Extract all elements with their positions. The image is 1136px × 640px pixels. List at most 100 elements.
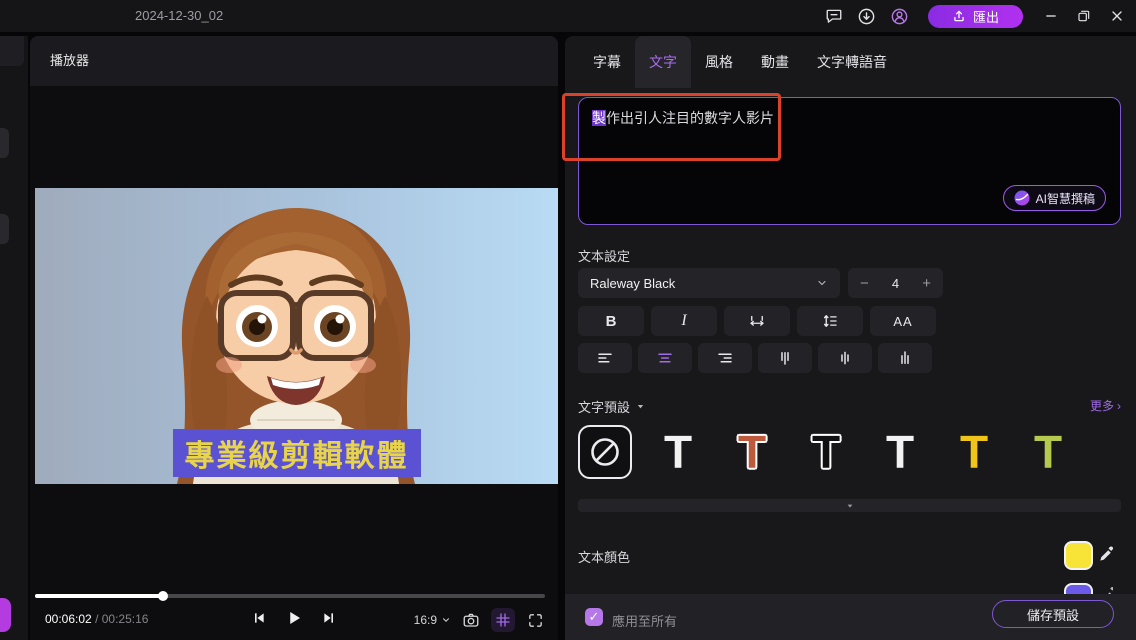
time-current: 00:06:02 bbox=[45, 612, 92, 626]
text-presets-header[interactable]: 文字預設 bbox=[578, 397, 645, 416]
chevron-right-icon: › bbox=[1117, 399, 1121, 413]
apply-all-checkbox[interactable]: ✓ bbox=[585, 608, 603, 626]
eyedropper-icon[interactable] bbox=[1097, 544, 1117, 569]
vertical-align-bottom-button[interactable] bbox=[878, 343, 932, 373]
export-label: 匯出 bbox=[973, 7, 999, 26]
preset-none[interactable] bbox=[578, 425, 632, 479]
download-icon[interactable] bbox=[856, 5, 878, 27]
font-family-value: Raleway Black bbox=[590, 276, 675, 291]
properties-panel: 字幕 文字 風格 動畫 文字轉語音 製作出引人注目的數字人影片 AI智慧撰稿 文… bbox=[565, 36, 1136, 640]
more-presets-link[interactable]: 更多 › bbox=[1090, 397, 1121, 414]
align-right-button[interactable] bbox=[698, 343, 752, 373]
font-size-stepper: − 4 + bbox=[848, 268, 943, 298]
preset-white-1[interactable]: T bbox=[650, 424, 706, 480]
progress-fill bbox=[35, 594, 163, 598]
case-button[interactable]: AA bbox=[870, 306, 936, 336]
close-icon[interactable] bbox=[1106, 5, 1128, 27]
vertical-align-middle-icon bbox=[836, 349, 854, 367]
line-height-icon bbox=[821, 312, 839, 330]
align-center-icon bbox=[656, 349, 674, 367]
letter-spacing-button[interactable] bbox=[724, 306, 790, 336]
text-presets-label: 文字預設 bbox=[578, 397, 630, 416]
fullscreen-icon[interactable] bbox=[524, 609, 546, 631]
tab-animation[interactable]: 動畫 bbox=[747, 36, 803, 88]
snapshot-camera-icon[interactable] bbox=[460, 609, 482, 631]
tab-style[interactable]: 風格 bbox=[691, 36, 747, 88]
ai-sparkle-icon bbox=[1014, 190, 1030, 206]
text-color-label: 文本顏色 bbox=[578, 547, 630, 566]
upload-icon bbox=[952, 9, 967, 24]
player-panel: 播放器 bbox=[30, 36, 558, 640]
chevron-down-icon bbox=[441, 615, 451, 625]
tab-text[interactable]: 文字 bbox=[635, 36, 691, 88]
preset-terracotta[interactable]: T bbox=[724, 424, 780, 480]
playback-progress-bar[interactable] bbox=[35, 594, 545, 598]
chevron-down-icon bbox=[816, 277, 828, 289]
bold-button[interactable]: B bbox=[578, 306, 644, 336]
italic-button[interactable]: I bbox=[651, 306, 717, 336]
previous-frame-button[interactable] bbox=[249, 608, 269, 628]
app-window: 2024-12-30_02 匯出 bbox=[0, 0, 1136, 640]
selected-character: 製 bbox=[592, 110, 606, 126]
script-textarea[interactable]: 製作出引人注目的數字人影片 AI智慧撰稿 bbox=[578, 97, 1121, 225]
progress-handle[interactable] bbox=[158, 591, 168, 601]
tab-subtitles[interactable]: 字幕 bbox=[579, 36, 635, 88]
letter-spacing-icon bbox=[748, 312, 766, 330]
playback-time: 00:06:02 / 00:25:16 bbox=[45, 612, 148, 626]
view-controls: 16:9 bbox=[414, 608, 546, 632]
save-preset-button[interactable]: 儲存預設 bbox=[992, 600, 1114, 628]
aspect-ratio-value: 16:9 bbox=[414, 613, 437, 627]
vertical-align-top-button[interactable] bbox=[758, 343, 812, 373]
account-icon[interactable] bbox=[889, 5, 911, 27]
preset-black-outline[interactable]: T bbox=[798, 424, 854, 480]
caret-down-icon bbox=[636, 402, 645, 411]
tab-text-to-speech[interactable]: 文字轉語音 bbox=[803, 36, 901, 88]
align-center-button[interactable] bbox=[638, 343, 692, 373]
grid-overlay-button[interactable] bbox=[491, 608, 515, 632]
line-height-button[interactable] bbox=[797, 306, 863, 336]
script-rest-text: 作出引人注目的數字人影片 bbox=[606, 110, 774, 126]
eyedropper-icon-partial[interactable] bbox=[1101, 585, 1113, 594]
minimize-icon[interactable] bbox=[1040, 5, 1062, 27]
caret-down-icon bbox=[846, 502, 854, 510]
preset-yellow-green[interactable]: T bbox=[1020, 424, 1076, 480]
sidebar-accent-stub[interactable] bbox=[0, 598, 11, 632]
increase-button[interactable]: + bbox=[922, 275, 931, 292]
preset-gold[interactable]: T bbox=[946, 424, 1002, 480]
player-header: 播放器 bbox=[30, 36, 558, 86]
text-presets-row: T T T T T T bbox=[578, 424, 1076, 480]
sidebar-header-stub bbox=[0, 36, 24, 66]
script-text: 製作出引人注目的數字人影片 bbox=[592, 108, 1107, 128]
text-color-swatch[interactable] bbox=[1064, 541, 1093, 570]
align-left-button[interactable] bbox=[578, 343, 632, 373]
titlebar-actions: 匯出 bbox=[823, 0, 1128, 32]
save-preset-label: 儲存預設 bbox=[1027, 605, 1079, 624]
panel-tabs: 字幕 文字 風格 動畫 文字轉語音 bbox=[579, 36, 901, 88]
time-total: 00:25:16 bbox=[102, 612, 149, 626]
preset-white-2[interactable]: T bbox=[872, 424, 928, 480]
vertical-align-middle-button[interactable] bbox=[818, 343, 872, 373]
sidebar-item-stub[interactable] bbox=[0, 214, 9, 244]
video-preview: 專業級剪輯軟體 bbox=[35, 188, 558, 484]
project-title: 2024-12-30_02 bbox=[135, 0, 223, 32]
font-controls: Raleway Black − 4 + bbox=[578, 268, 943, 298]
transport-controls bbox=[249, 608, 339, 628]
video-subtitle-text[interactable]: 專業級剪輯軟體 bbox=[173, 429, 421, 477]
format-row-1: B I AA bbox=[578, 306, 936, 336]
next-frame-button[interactable] bbox=[319, 608, 339, 628]
play-button[interactable] bbox=[284, 608, 304, 628]
collapsed-sidebar bbox=[0, 36, 28, 640]
feedback-icon[interactable] bbox=[823, 5, 845, 27]
restore-icon[interactable] bbox=[1073, 5, 1095, 27]
decrease-button[interactable]: − bbox=[860, 275, 869, 292]
sidebar-item-stub[interactable] bbox=[0, 128, 9, 158]
aspect-ratio-select[interactable]: 16:9 bbox=[414, 613, 451, 627]
panel-footer: ✓ 應用至所有 儲存預設 bbox=[565, 594, 1136, 640]
secondary-color-swatch[interactable] bbox=[1064, 583, 1093, 594]
text-settings-label: 文本設定 bbox=[578, 246, 630, 265]
presets-expander-bar[interactable] bbox=[578, 499, 1121, 512]
check-icon: ✓ bbox=[589, 609, 600, 625]
font-family-select[interactable]: Raleway Black bbox=[578, 268, 840, 298]
export-button[interactable]: 匯出 bbox=[928, 5, 1023, 28]
ai-script-button[interactable]: AI智慧撰稿 bbox=[1003, 185, 1106, 211]
